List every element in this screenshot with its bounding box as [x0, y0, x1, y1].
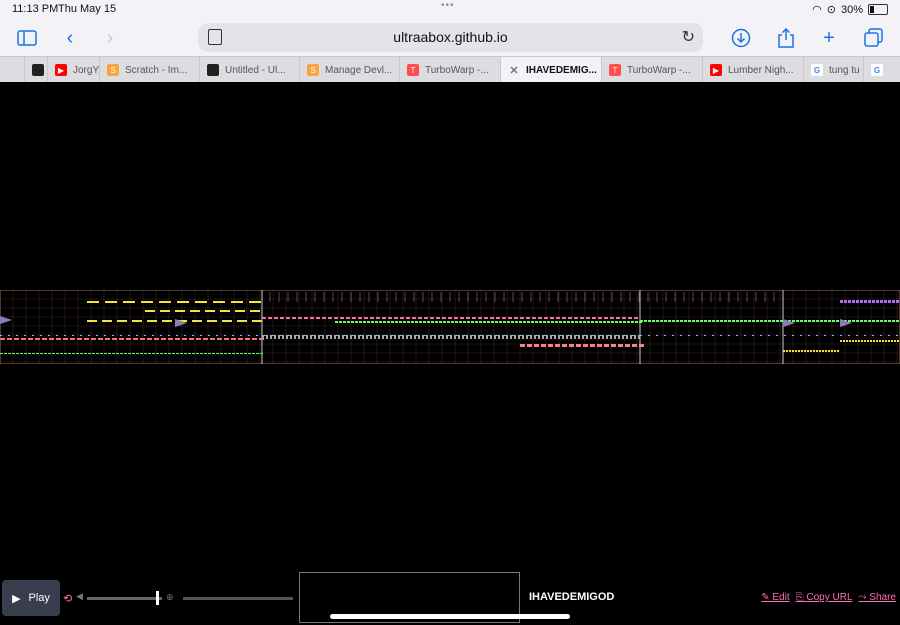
- download-icon[interactable]: [727, 24, 755, 52]
- loop-icon[interactable]: ⟲: [63, 592, 72, 605]
- timeline-slider[interactable]: [183, 597, 293, 600]
- url-text[interactable]: ultraabox.github.io: [198, 29, 703, 45]
- tab-1[interactable]: ▶ JorgY: [47, 57, 100, 83]
- tab-10[interactable]: G: [863, 57, 894, 83]
- back-button[interactable]: ‹: [56, 24, 84, 52]
- new-tab-icon[interactable]: +: [815, 24, 843, 52]
- tab-active[interactable]: ✕ IHAVEDEMIG...: [500, 57, 601, 83]
- status-bar: 11:13 PM Thu May 15 ••• ◠ ⊙ 30%: [0, 0, 900, 20]
- tab-bar: ▶ JorgY S Scratch - Im... Untitled - Ul...…: [0, 56, 900, 84]
- zoom-icon[interactable]: ⊕: [166, 592, 174, 603]
- volume-icon: ◀: [76, 591, 83, 601]
- volume-slider[interactable]: [87, 591, 162, 605]
- battery-icon: [868, 4, 888, 15]
- tab-0[interactable]: [24, 57, 47, 83]
- google-icon: G: [811, 64, 823, 76]
- wifi-icon: ◠: [812, 4, 822, 16]
- copy-url-link[interactable]: ⎘ Copy URL: [796, 592, 853, 603]
- turbowarp-icon: T: [407, 64, 419, 76]
- tab-8[interactable]: ▶ Lumber Nigh...: [702, 57, 803, 83]
- forward-button[interactable]: ›: [96, 24, 124, 52]
- volume-knob[interactable]: [156, 591, 160, 605]
- edit-link[interactable]: ✎ Edit: [761, 592, 789, 603]
- tab-7[interactable]: T TurboWarp -...: [601, 57, 702, 83]
- scratch-icon: S: [107, 64, 119, 76]
- tab-3[interactable]: Untitled - Ul...: [199, 57, 299, 83]
- play-label: Play: [28, 592, 50, 604]
- browser-toolbar: ‹ › ultraabox.github.io ↻ +: [0, 20, 900, 56]
- status-indicators: ◠ ⊙ 30%: [812, 3, 888, 16]
- address-bar[interactable]: ultraabox.github.io ↻: [198, 23, 703, 52]
- tab-2[interactable]: S Scratch - Im...: [99, 57, 199, 83]
- player-links: ✎ Edit ⎘ Copy URL ⤳ Share: [761, 592, 896, 603]
- sidebar-icon[interactable]: [13, 24, 41, 52]
- orientation-lock-icon: ⊙: [826, 4, 836, 16]
- scratch-icon: S: [307, 64, 319, 76]
- share-link[interactable]: ⤳ Share: [859, 592, 896, 603]
- home-indicator[interactable]: [330, 614, 570, 619]
- play-icon: ▶: [12, 592, 21, 605]
- turbowarp-icon: T: [609, 64, 621, 76]
- share-icon[interactable]: [772, 24, 800, 52]
- youtube-icon: ▶: [710, 64, 722, 76]
- status-date: Thu May 15: [58, 3, 117, 15]
- reload-icon[interactable]: ↻: [682, 27, 695, 47]
- battery-percent: 30%: [840, 3, 863, 16]
- song-title: IHAVEDEMIGOD: [529, 591, 615, 603]
- play-button[interactable]: ▶ Play: [2, 580, 60, 616]
- ultrabox-icon: [207, 64, 219, 76]
- youtube-icon: ▶: [55, 64, 67, 76]
- tab-overview-icon[interactable]: [860, 24, 888, 52]
- tab-9[interactable]: Gtung tu: [803, 57, 864, 83]
- tab-pinned-edge[interactable]: [16, 57, 24, 83]
- tab-4[interactable]: S Manage Devl...: [299, 57, 399, 83]
- status-time: 11:13 PM: [12, 3, 59, 15]
- close-icon[interactable]: ✕: [508, 64, 520, 77]
- tab-5[interactable]: T TurboWarp -...: [399, 57, 500, 83]
- ultrabox-icon: [32, 64, 44, 76]
- multitask-dots-icon[interactable]: •••: [441, 0, 455, 11]
- song-pattern-view[interactable]: [0, 290, 900, 364]
- google-icon: G: [871, 64, 883, 76]
